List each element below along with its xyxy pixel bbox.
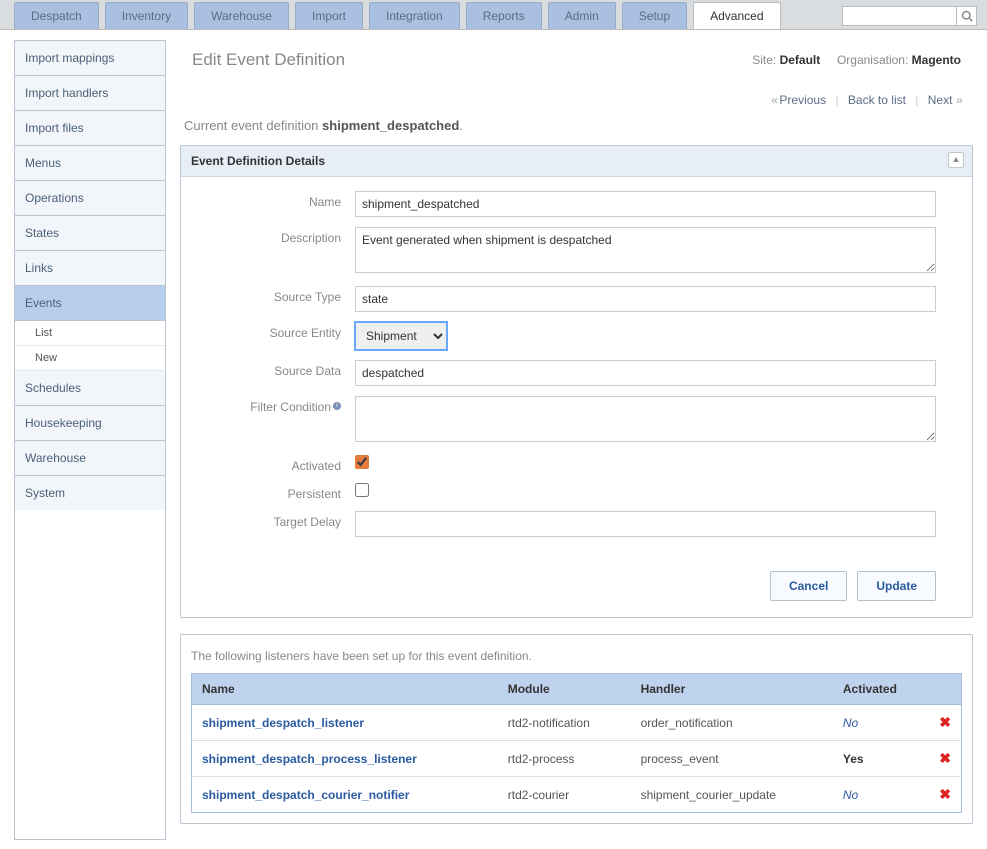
table-row: shipment_despatch_listener rtd2-notificat… [192,705,962,741]
delete-icon[interactable]: ✖ [939,786,951,802]
search-icon[interactable] [957,6,977,26]
label-activated: Activated [195,455,355,473]
org-value: Magento [912,53,961,67]
next-link[interactable]: Next [928,93,953,107]
cancel-button[interactable]: Cancel [770,571,847,601]
sidebar: Import mappingsImport handlersImport fil… [14,40,166,840]
label-description: Description [195,227,355,276]
listener-handler: process_event [631,741,833,777]
sidebar-subitem-new[interactable]: New [15,346,165,371]
chevron-left-icon: « [771,94,776,108]
table-row: shipment_despatch_courier_notifier rtd2-c… [192,777,962,813]
panel-title: Event Definition Details [191,154,325,168]
listener-module: rtd2-process [498,741,631,777]
label-source-entity: Source Entity [195,322,355,350]
site-label: Site: [752,53,776,67]
listener-name-link[interactable]: shipment_despatch_courier_notifier [202,788,409,802]
event-definition-panel: Event Definition Details ▲ Name Descript… [180,145,973,618]
persistent-checkbox[interactable] [355,483,369,497]
source-type-field[interactable] [355,286,936,312]
site-value: Default [780,53,821,67]
source-entity-select[interactable]: Shipment [355,322,447,350]
page-title: Edit Event Definition [192,50,345,70]
sidebar-item-operations[interactable]: Operations [15,181,165,216]
col-activated: Activated [833,674,929,705]
listener-activated: Yes [833,741,929,777]
sidebar-item-import-handlers[interactable]: Import handlers [15,76,165,111]
listener-name-link[interactable]: shipment_despatch_listener [202,716,364,730]
description-field[interactable]: Event generated when shipment is despatc… [355,227,936,273]
tab-reports[interactable]: Reports [466,2,542,29]
intro-prefix: Current event definition [184,118,322,133]
sidebar-item-menus[interactable]: Menus [15,146,165,181]
panel-collapse-icon[interactable]: ▲ [948,152,964,168]
listener-module: rtd2-courier [498,777,631,813]
panel-body: Name Description Event generated when sh… [181,177,972,565]
tab-setup[interactable]: Setup [622,2,687,29]
col-handler: Handler [631,674,833,705]
intro-name: shipment_despatched [322,118,459,133]
tab-admin[interactable]: Admin [548,2,616,29]
tab-import[interactable]: Import [295,2,363,29]
page-header: Edit Event Definition Site: Default Orga… [180,40,973,85]
sidebar-item-import-mappings[interactable]: Import mappings [15,41,165,76]
listeners-intro: The following listeners have been set up… [181,635,972,673]
sidebar-item-links[interactable]: Links [15,251,165,286]
sidebar-item-housekeeping[interactable]: Housekeeping [15,406,165,441]
intro-suffix: . [459,118,463,133]
filter-condition-field[interactable] [355,396,936,442]
source-data-field[interactable] [355,360,936,386]
previous-link[interactable]: Previous [779,93,826,107]
sidebar-item-import-files[interactable]: Import files [15,111,165,146]
top-tabs: DespatchInventoryWarehouseImportIntegrat… [14,2,842,29]
label-source-data: Source Data [195,360,355,386]
intro-text: Current event definition shipment_despat… [180,108,973,145]
tab-despatch[interactable]: Despatch [14,2,99,29]
target-delay-field[interactable] [355,511,936,537]
label-target-delay: Target Delay [195,511,355,537]
org-label: Organisation: [837,53,908,67]
panel-header: Event Definition Details ▲ [181,146,972,177]
sidebar-item-system[interactable]: System [15,476,165,510]
label-persistent: Persistent [195,483,355,501]
name-field[interactable] [355,191,936,217]
main-content: Edit Event Definition Site: Default Orga… [180,40,973,840]
listener-activated: No [833,777,929,813]
listener-handler: shipment_courier_update [631,777,833,813]
back-to-list-link[interactable]: Back to list [848,93,906,107]
search-input[interactable] [842,6,957,26]
label-filter-condition: Filter Conditioni [195,396,355,445]
page-meta: Site: Default Organisation: Magento [752,53,961,67]
sidebar-subitem-list[interactable]: List [15,321,165,346]
col-name: Name [192,674,498,705]
sidebar-item-events[interactable]: Events [15,286,165,321]
sidebar-item-schedules[interactable]: Schedules [15,371,165,406]
info-icon[interactable]: i [333,402,341,410]
record-nav: « Previous | Back to list | Next » [180,85,973,108]
sidebar-item-states[interactable]: States [15,216,165,251]
listeners-panel: The following listeners have been set up… [180,634,973,824]
listener-activated: No [833,705,929,741]
delete-icon[interactable]: ✖ [939,714,951,730]
table-row: shipment_despatch_process_listener rtd2-p… [192,741,962,777]
tab-inventory[interactable]: Inventory [105,2,188,29]
listeners-table: Name Module Handler Activated shipment_d… [191,673,962,813]
activated-checkbox[interactable] [355,455,369,469]
top-navbar: DespatchInventoryWarehouseImportIntegrat… [0,0,987,30]
listener-name-link[interactable]: shipment_despatch_process_listener [202,752,417,766]
tab-warehouse[interactable]: Warehouse [194,2,289,29]
form-buttons: Cancel Update [181,565,972,617]
search-wrap [842,6,977,29]
sidebar-item-warehouse[interactable]: Warehouse [15,441,165,476]
listener-handler: order_notification [631,705,833,741]
delete-icon[interactable]: ✖ [939,750,951,766]
tab-integration[interactable]: Integration [369,2,460,29]
listener-module: rtd2-notification [498,705,631,741]
label-name: Name [195,191,355,217]
tab-advanced[interactable]: Advanced [693,2,780,29]
label-source-type: Source Type [195,286,355,312]
update-button[interactable]: Update [857,571,936,601]
col-module: Module [498,674,631,705]
chevron-right-icon: » [956,94,961,108]
